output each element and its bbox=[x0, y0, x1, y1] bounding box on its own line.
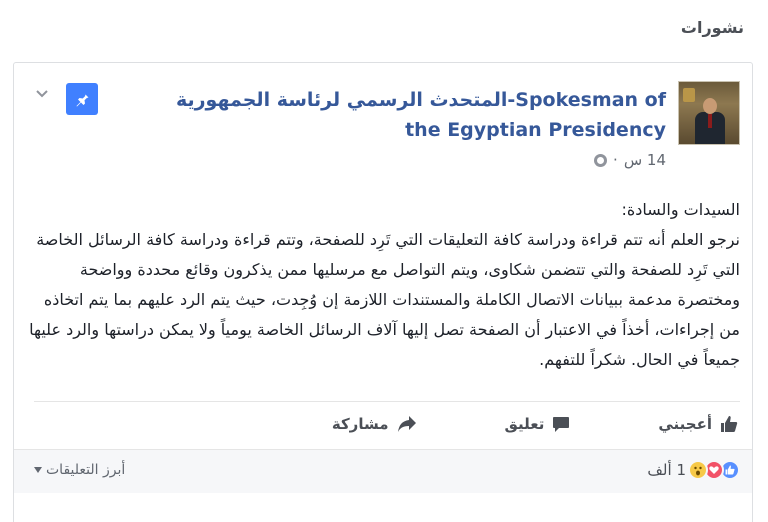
post-meta: 14 س · bbox=[594, 151, 666, 169]
divider bbox=[34, 401, 740, 402]
share-label: مشاركة bbox=[331, 415, 389, 433]
wow-reaction-icon bbox=[688, 460, 708, 480]
share-button[interactable]: مشاركة bbox=[332, 415, 417, 433]
comment-button[interactable]: تعليق bbox=[505, 415, 571, 433]
speech-bubble-icon bbox=[553, 417, 570, 432]
comment-label: تعليق bbox=[504, 415, 545, 433]
avatar-tie bbox=[708, 114, 712, 128]
reactions-bar: 1 ألف أبرز التعليقات bbox=[14, 449, 752, 493]
meta-separator: · bbox=[613, 151, 618, 169]
globe-icon[interactable] bbox=[594, 153, 608, 167]
post-time[interactable]: 14 س bbox=[624, 151, 666, 169]
avatar-head bbox=[703, 98, 717, 114]
pin-icon[interactable] bbox=[66, 83, 98, 115]
action-bar: أعجبني تعليق مشاركة bbox=[30, 409, 740, 439]
share-arrow-icon bbox=[397, 416, 416, 432]
post-greeting: السيدات والسادة: bbox=[621, 200, 740, 219]
like-label: أعجبني bbox=[658, 415, 712, 433]
page-name-link[interactable]: المتحدث الرسمي لرئاسة الجمهورية-Spokesma… bbox=[166, 85, 666, 145]
reaction-count: 1 ألف bbox=[647, 461, 686, 479]
emblem-icon bbox=[683, 88, 695, 102]
reactions-summary[interactable]: 1 ألف bbox=[647, 460, 740, 480]
page-avatar[interactable] bbox=[678, 81, 740, 145]
like-button[interactable]: أعجبني bbox=[658, 415, 738, 433]
thumbs-up-icon bbox=[721, 416, 738, 432]
post-paragraph: نرجو العلم أنه تتم قراءة ودراسة كافة الت… bbox=[29, 230, 740, 369]
post-card: المتحدث الرسمي لرئاسة الجمهورية-Spokesma… bbox=[13, 62, 753, 522]
post-body: السيدات والسادة: نرجو العلم أنه تتم قراء… bbox=[20, 195, 740, 375]
reaction-icons bbox=[688, 460, 740, 480]
comments-filter-dropdown[interactable]: أبرز التعليقات bbox=[34, 462, 125, 478]
caret-down-icon bbox=[34, 467, 42, 473]
section-title: نشورات bbox=[680, 18, 744, 37]
chevron-down-icon[interactable] bbox=[34, 87, 50, 103]
comments-filter-label: أبرز التعليقات bbox=[46, 462, 126, 478]
